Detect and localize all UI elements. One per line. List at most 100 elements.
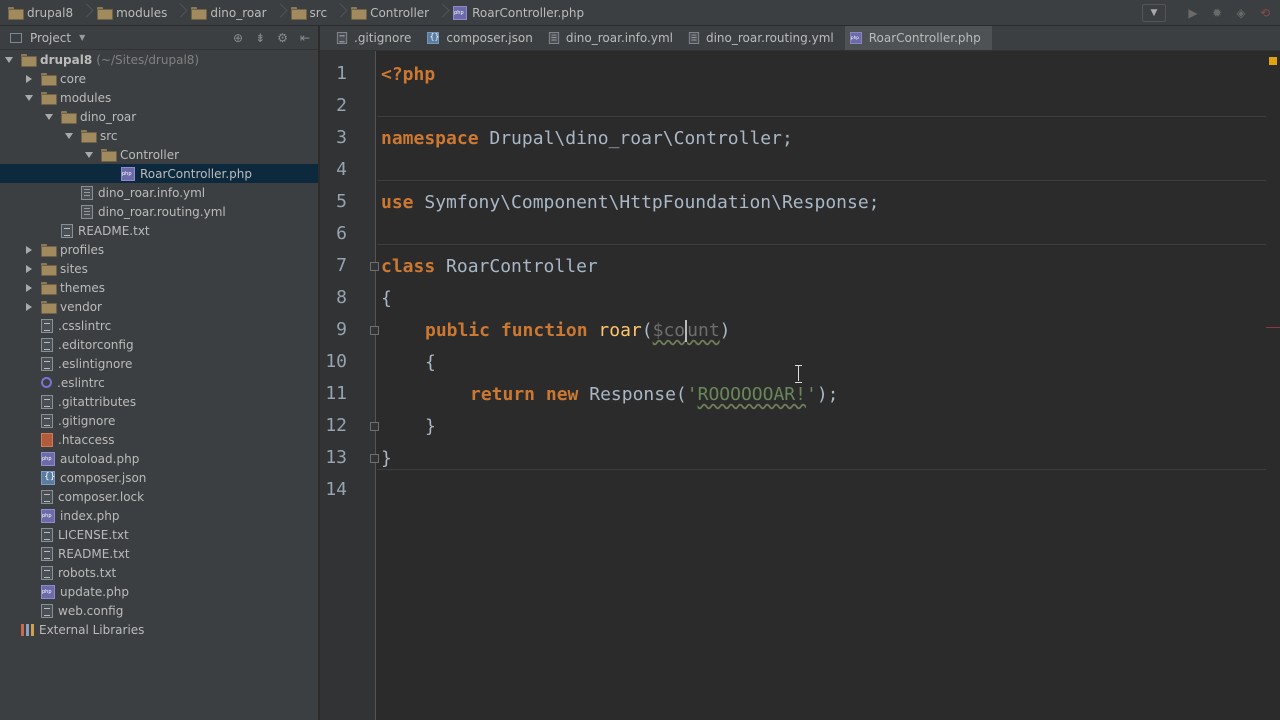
code-line-13[interactable]: }	[381, 448, 392, 470]
project-panel-title[interactable]: Project	[30, 31, 71, 45]
run-icon[interactable]: ▶	[1186, 6, 1200, 20]
gear-icon[interactable]: ⚙	[277, 31, 288, 45]
editor-tab[interactable]: .gitignore	[332, 26, 422, 50]
collapse-all-icon[interactable]: ⇟	[255, 31, 265, 45]
fold-marker-icon[interactable]	[370, 326, 379, 335]
editor-tab[interactable]: dino_roar.info.yml	[544, 26, 684, 50]
tree-item[interactable]: robots.txt	[0, 563, 318, 582]
debug-icon[interactable]: ✹	[1210, 6, 1224, 20]
tree-item[interactable]: index.php	[0, 506, 318, 525]
breadcrumb-item[interactable]: src	[290, 0, 352, 26]
tree-item[interactable]: dino_roar	[0, 107, 318, 126]
breadcrumb-item[interactable]: RoarController.php	[453, 0, 590, 26]
code-line-1[interactable]: <?php	[381, 64, 435, 86]
tree-item[interactable]: External Libraries	[0, 620, 318, 639]
tree-item[interactable]: .editorconfig	[0, 335, 318, 354]
libraries-icon	[21, 623, 34, 636]
tree-item[interactable]: README.txt	[0, 544, 318, 563]
paren: (	[641, 320, 653, 341]
editor-tab[interactable]: composer.json	[422, 26, 543, 50]
warning-marker-icon[interactable]	[1269, 57, 1277, 65]
chevron-down-icon[interactable]	[23, 92, 35, 104]
tree-item[interactable]: .csslintrc	[0, 316, 318, 335]
code-editor[interactable]: 1 2 3 4 5 6 7 8 9 10 11 12 13 14 <?php namespace Drup…	[320, 51, 1280, 720]
code-line-9[interactable]: public function roar($co unt)	[425, 320, 731, 342]
tree-item[interactable]: themes	[0, 278, 318, 297]
breadcrumb-label: modules	[116, 5, 168, 20]
tree-item[interactable]: README.txt	[0, 221, 318, 240]
code-line-3[interactable]: namespace Drupal\dino_roar\Controller;	[381, 128, 793, 150]
chevron-down-icon[interactable]	[63, 130, 75, 142]
chevron-down-icon[interactable]	[43, 111, 55, 123]
editor-tab[interactable]: RoarController.php	[844, 26, 992, 50]
run-config-dropdown[interactable]: ▼	[1142, 4, 1166, 22]
vcs-icon[interactable]: ⟲	[1258, 6, 1272, 20]
tree-item[interactable]: modules	[0, 88, 318, 107]
tree-item[interactable]: web.config	[0, 601, 318, 620]
line-number: 1	[336, 63, 347, 84]
hide-panel-icon[interactable]: ⇤	[300, 31, 310, 45]
chevron-down-icon[interactable]	[3, 54, 15, 66]
breadcrumb-item[interactable]: Controller	[351, 0, 453, 26]
tree-item-label: composer.json	[60, 470, 147, 485]
tree-item-label: dino_roar.info.yml	[98, 185, 206, 200]
tree-item[interactable]: autoload.php	[0, 449, 318, 468]
line-number: 12	[325, 415, 347, 436]
class-call: Response(	[578, 384, 687, 405]
code-line-12[interactable]: }	[425, 416, 436, 438]
chevron-right-icon[interactable]	[23, 244, 35, 256]
code-line-11[interactable]: return new Response('ROOOOOOAR!');	[470, 384, 839, 406]
tree-item[interactable]: .gitattributes	[0, 392, 318, 411]
fold-marker-icon[interactable]	[370, 262, 379, 271]
tree-item[interactable]: RoarController.php	[0, 164, 318, 183]
chevron-down-icon[interactable]: ▼	[79, 33, 85, 42]
tree-item[interactable]: core	[0, 69, 318, 88]
htaccess-icon	[41, 432, 53, 447]
breadcrumb-item[interactable]: dino_roar	[191, 0, 290, 26]
tree-item[interactable]: vendor	[0, 297, 318, 316]
tree-item-label: RoarController.php	[140, 166, 253, 181]
tree-item[interactable]: .eslintignore	[0, 354, 318, 373]
chevron-right-icon[interactable]	[23, 282, 35, 294]
tree-item[interactable]: composer.json	[0, 468, 318, 487]
tree-item[interactable]: .eslintrc	[0, 373, 318, 392]
coverage-icon[interactable]: ◈	[1234, 6, 1248, 20]
tree-item[interactable]: src	[0, 126, 318, 145]
code-line-8[interactable]: {	[381, 288, 392, 310]
tree-item[interactable]: .htaccess	[0, 430, 318, 449]
error-stripe[interactable]	[1266, 51, 1280, 720]
breadcrumb-label: dino_roar	[210, 5, 267, 20]
text-file-icon	[41, 603, 53, 618]
code-line-7[interactable]: class RoarController	[381, 256, 598, 278]
breadcrumb-item[interactable]: modules	[97, 0, 191, 26]
tree-item-label: robots.txt	[58, 565, 117, 580]
tree-item[interactable]: sites	[0, 259, 318, 278]
chevron-down-icon[interactable]	[83, 149, 95, 161]
tree-item[interactable]: drupal8 (~/Sites/drupal8)	[0, 50, 318, 69]
keyword: namespace	[381, 128, 479, 149]
code-line-5[interactable]: use Symfony\Component\HttpFoundation\Res…	[381, 192, 880, 214]
tree-item[interactable]: update.php	[0, 582, 318, 601]
tree-item-label: .gitignore	[58, 413, 116, 428]
namespace-text: Drupal\dino_roar\Controller;	[478, 128, 793, 149]
chevron-right-icon[interactable]	[23, 301, 35, 313]
code-line-10[interactable]: {	[425, 352, 436, 374]
breadcrumb-label: src	[309, 5, 328, 20]
tree-item[interactable]: profiles	[0, 240, 318, 259]
locate-icon[interactable]: ⊕	[233, 31, 243, 45]
editor-tab[interactable]: dino_roar.routing.yml	[684, 26, 845, 50]
tree-item-path-hint: (~/Sites/drupal8)	[96, 52, 200, 67]
tree-item[interactable]: LICENSE.txt	[0, 525, 318, 544]
line-number: 4	[336, 159, 347, 180]
tree-item[interactable]: composer.lock	[0, 487, 318, 506]
tree-item[interactable]: .gitignore	[0, 411, 318, 430]
fold-marker-icon[interactable]	[370, 422, 379, 431]
tree-item[interactable]: dino_roar.info.yml	[0, 183, 318, 202]
chevron-right-icon[interactable]	[23, 73, 35, 85]
tree-item[interactable]: Controller	[0, 145, 318, 164]
breadcrumb-item[interactable]: drupal8	[8, 0, 97, 26]
tree-item-label: .csslintrc	[58, 318, 112, 333]
tree-item[interactable]: dino_roar.routing.yml	[0, 202, 318, 221]
fold-marker-icon[interactable]	[370, 454, 379, 463]
chevron-right-icon[interactable]	[23, 263, 35, 275]
